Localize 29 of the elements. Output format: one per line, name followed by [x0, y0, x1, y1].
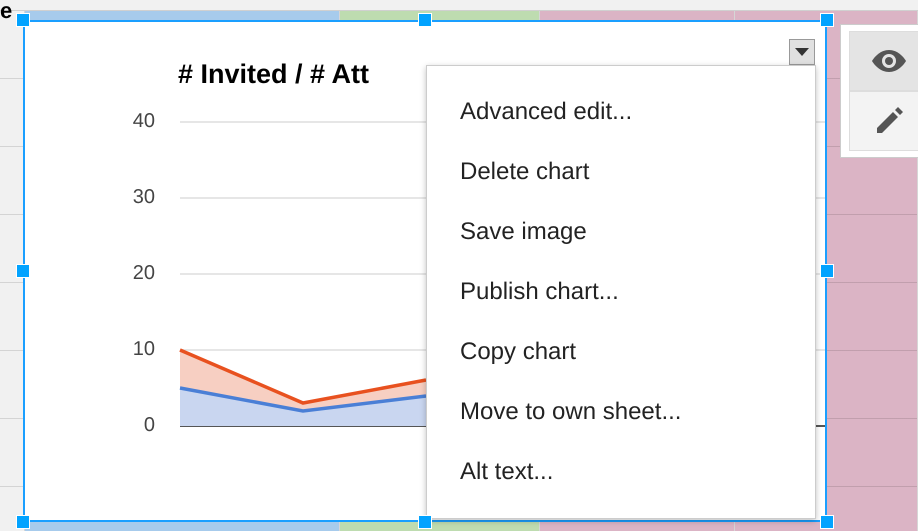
menu-item[interactable]: Copy chart — [427, 322, 815, 382]
axis-label: 40 — [132, 110, 155, 133]
chart-title: # Invited / # Att — [178, 59, 370, 90]
axis-label: 20 — [132, 262, 155, 285]
axis-label: 10 — [132, 338, 155, 361]
eye-icon — [872, 50, 906, 72]
resize-handle[interactable] — [418, 515, 432, 529]
cell-text: e — [0, 0, 12, 22]
resize-handle[interactable] — [16, 264, 30, 278]
caret-icon — [795, 48, 809, 56]
resize-handle[interactable] — [16, 13, 30, 27]
resize-handle[interactable] — [820, 264, 834, 278]
axis-label: 30 — [132, 186, 155, 209]
resize-handle[interactable] — [820, 13, 834, 27]
axis-label: 0 — [144, 414, 155, 437]
edit-button[interactable] — [849, 91, 918, 151]
menu-item[interactable]: Alt text... — [427, 442, 815, 502]
menu-item[interactable]: Move to own sheet... — [427, 382, 815, 442]
menu-item[interactable]: Save image — [427, 202, 815, 262]
menu-item[interactable]: Delete chart — [427, 142, 815, 202]
chart-card[interactable]: # Invited / # Att 40 30 20 10 0 Advanced edit... Delete chart Save image Publish chart... Copy chart Move to own sheet... Alt text... — [23, 20, 827, 522]
view-button[interactable] — [849, 31, 918, 91]
dropdown-button[interactable] — [789, 39, 815, 65]
pencil-icon — [875, 107, 903, 135]
resize-handle[interactable] — [820, 515, 834, 529]
resize-handle[interactable] — [16, 515, 30, 529]
resize-handle[interactable] — [418, 13, 432, 27]
menu-item[interactable]: Publish chart... — [427, 262, 815, 322]
menu-item[interactable]: Advanced edit... — [427, 82, 815, 142]
